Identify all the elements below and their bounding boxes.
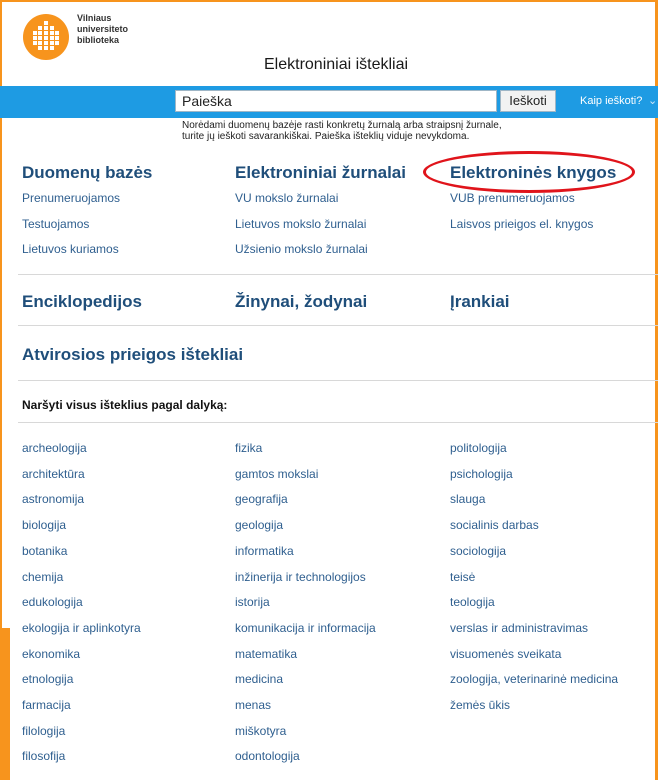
subject-link[interactable]: geologija [235,518,283,532]
databases-heading[interactable]: Duomenų bazės [22,163,152,183]
library-name-line-3: biblioteka [77,35,120,45]
search-bar: Ieškoti Kaip ieškoti? ⌄ [0,86,658,118]
library-logo-icon[interactable] [23,14,69,60]
library-name: Vilniaus universiteto biblioteka [77,13,157,46]
subject-link[interactable]: edukologija [22,595,83,609]
divider [18,325,658,326]
databases-link-testing[interactable]: Testuojamos [22,217,89,231]
subject-link[interactable]: miškotyra [235,724,286,738]
search-note: Norėdami duomenų bazėje rasti konkretų ž… [182,120,502,142]
subject-link[interactable]: ekologija ir aplinkotyra [22,621,141,635]
ejournals-link-vu[interactable]: VU mokslo žurnalai [235,191,338,205]
search-input[interactable] [175,90,497,112]
subject-link[interactable]: teologija [450,595,495,609]
subject-link[interactable]: biologija [22,518,66,532]
subject-link[interactable]: istorija [235,595,270,609]
subject-link[interactable]: sociologija [450,544,506,558]
subject-link[interactable]: archeologija [22,441,87,455]
subject-link[interactable]: psichologija [450,467,513,481]
search-note-line-2: turite jų ieškoti savarankiškai. Paieška… [182,131,470,142]
ejournals-link-lithuanian[interactable]: Lietuvos mokslo žurnalai [235,217,366,231]
databases-link-lithuanian[interactable]: Lietuvos kuriamos [22,242,119,256]
subject-link[interactable]: fizika [235,441,262,455]
ejournals-link-foreign[interactable]: Užsienio mokslo žurnalai [235,242,368,256]
search-button[interactable]: Ieškoti [500,90,556,112]
subject-link[interactable]: botanika [22,544,67,558]
chevron-down-icon[interactable]: ⌄ [648,94,657,107]
subject-link[interactable]: filologija [22,724,65,738]
library-name-line-2: universiteto [77,24,129,34]
page-title: Elektroniniai ištekliai [264,56,409,73]
subject-link[interactable]: odontologija [235,749,300,763]
frame-corner-accent [0,628,10,780]
encyclopedias-heading[interactable]: Enciklopedijos [22,292,142,312]
subject-link[interactable]: etnologija [22,672,73,686]
ebooks-link-subscribed[interactable]: VUB prenumeruojamos [450,191,575,205]
subject-link[interactable]: medicina [235,672,283,686]
subject-link[interactable]: ekonomika [22,647,80,661]
subject-link[interactable]: komunikacija ir informacija [235,621,376,635]
frame-top-border [0,0,658,2]
library-name-line-1: Vilniaus [77,13,112,23]
subject-link[interactable]: farmacija [22,698,71,712]
dictionaries-heading[interactable]: Žinynai, žodynai [235,292,367,312]
divider [18,380,658,381]
open-access-heading[interactable]: Atvirosios prieigos ištekliai [22,345,243,365]
subject-link[interactable]: žemės ūkis [450,698,510,712]
tools-heading[interactable]: Įrankiai [450,292,510,312]
subject-link[interactable]: informatika [235,544,294,558]
ebooks-link-open-access[interactable]: Laisvos prieigos el. knygos [450,217,593,231]
search-note-line-1: Norėdami duomenų bazėje rasti konkretų ž… [182,120,502,131]
divider [18,274,658,275]
databases-link-subscribed[interactable]: Prenumeruojamos [22,191,120,205]
subject-link[interactable]: geografija [235,492,288,506]
subject-link[interactable]: socialinis darbas [450,518,539,532]
subject-link[interactable]: zoologija, veterinarinė medicina [450,672,618,686]
subject-link[interactable]: gamtos mokslai [235,467,318,481]
subject-link[interactable]: visuomenės sveikata [450,647,561,661]
subject-link[interactable]: slauga [450,492,485,506]
subject-link[interactable]: politologija [450,441,507,455]
ejournals-heading[interactable]: Elektroniniai žurnalai [235,163,406,183]
search-help-link[interactable]: Kaip ieškoti? [580,95,642,107]
subject-link[interactable]: astronomija [22,492,84,506]
subject-link[interactable]: matematika [235,647,297,661]
subject-link[interactable]: teisė [450,570,475,584]
browse-by-subject-label: Naršyti visus išteklius pagal dalyką: [22,398,228,412]
red-highlight-annotation [423,151,635,193]
subject-link[interactable]: filosofija [22,749,65,763]
subject-link[interactable]: chemija [22,570,63,584]
subject-link[interactable]: menas [235,698,271,712]
divider [18,422,658,423]
subject-link[interactable]: architektūra [22,467,85,481]
subject-link[interactable]: inžinerija ir technologijos [235,570,366,584]
subject-link[interactable]: verslas ir administravimas [450,621,588,635]
